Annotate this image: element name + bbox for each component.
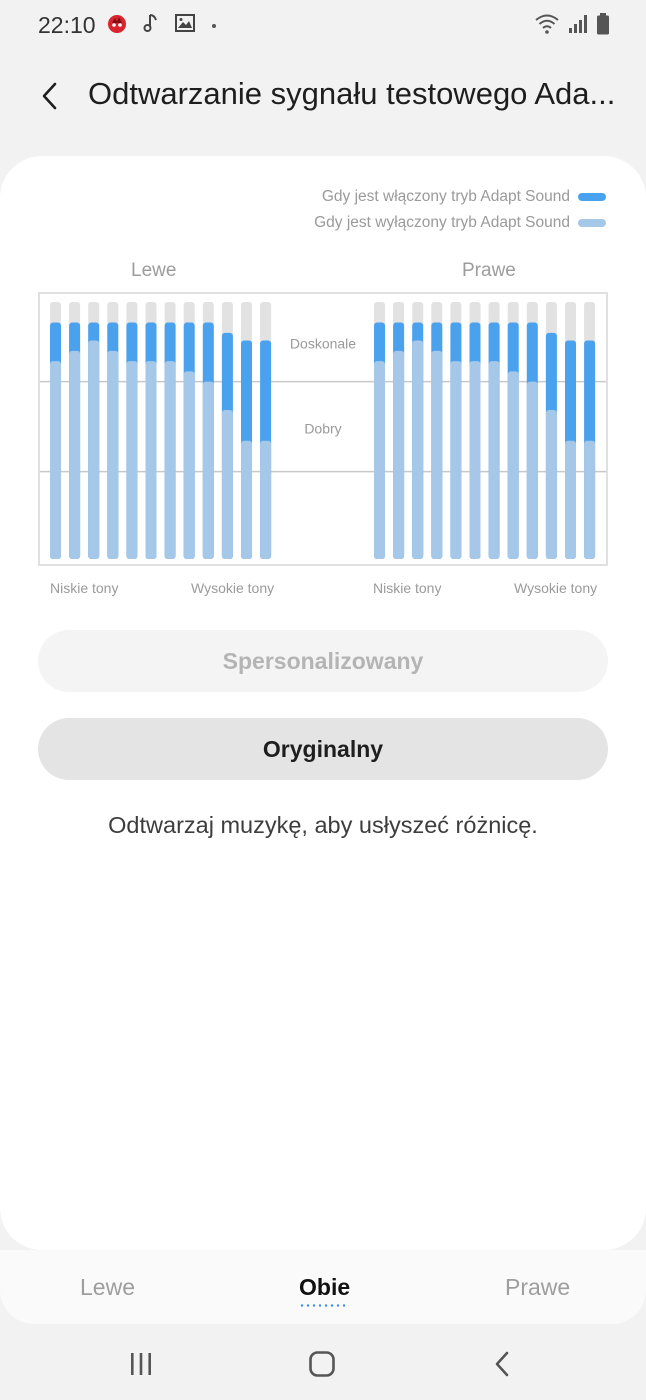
bar-adapt-off-left-11	[241, 440, 252, 559]
recents-button[interactable]	[121, 1346, 161, 1382]
bar-adapt-off-left-1	[50, 361, 61, 559]
bar-adapt-off-right-9	[526, 381, 538, 559]
bar-adapt-off-right-7	[488, 361, 500, 559]
status-bar: 22:10	[0, 0, 646, 50]
music-note-icon	[142, 12, 160, 39]
status-time: 22:10	[38, 12, 96, 38]
tab-selected-indicator	[299, 1304, 349, 1307]
recents-icon	[131, 1353, 151, 1375]
bar-adapt-off-right-5	[450, 361, 462, 559]
personalized-button[interactable]: Spersonalizowany	[38, 630, 608, 692]
back-button[interactable]	[30, 76, 70, 116]
legend-swatch-off	[578, 219, 606, 227]
bar-adapt-off-right-4	[431, 350, 443, 559]
bar-adapt-off-left-9	[202, 381, 214, 559]
bar-adapt-off-right-6	[469, 361, 481, 559]
page-title: Odtwarzanie sygnału testowego Ada...	[88, 76, 616, 111]
chart-right-label: Prawe	[462, 260, 516, 281]
bar-adapt-off-left-12	[260, 440, 272, 559]
bar-adapt-off-left-8	[183, 371, 195, 559]
tab-left[interactable]: Lewe	[80, 1274, 135, 1301]
left-low-tones-label: Niskie tony	[50, 580, 119, 596]
dot-icon	[210, 17, 218, 35]
ear-tab-bar: Lewe Obie Prawe	[0, 1250, 646, 1324]
left-high-tones-label: Wysokie tony	[191, 580, 275, 596]
bar-adapt-off-right-2	[393, 350, 405, 559]
bar-adapt-off-right-3	[412, 340, 424, 559]
band-label-good: Dobry	[304, 421, 341, 437]
antutu-icon	[106, 12, 128, 39]
status-icons-right	[534, 13, 610, 40]
bar-adapt-off-right-10	[545, 409, 557, 559]
nav-back-button[interactable]	[483, 1346, 523, 1382]
legend-swatch-on	[578, 193, 606, 201]
right-low-tones-label: Niskie tony	[373, 580, 442, 596]
bar-adapt-off-right-12	[584, 440, 596, 559]
system-nav-bar	[0, 1324, 646, 1400]
right-high-tones-label: Wysokie tony	[514, 580, 598, 596]
tab-both[interactable]: Obie	[299, 1274, 350, 1301]
bar-adapt-off-right-8	[507, 371, 519, 559]
tab-right[interactable]: Prawe	[505, 1274, 570, 1301]
main-card: Gdy jest włączony tryb Adapt Sound Gdy j…	[0, 156, 646, 1250]
back-icon	[495, 1351, 509, 1377]
legend-label-off: Gdy jest wyłączony tryb Adapt Sound	[314, 214, 570, 231]
hearing-chart: Doskonale Dobry	[38, 292, 608, 566]
hint-text: Odtwarzaj muzykę, aby usłyszeć różnicę.	[108, 812, 538, 838]
band-label-excellent: Doskonale	[290, 336, 356, 352]
bar-adapt-off-left-10	[221, 409, 233, 559]
hearing-chart-svg: Doskonale Dobry	[40, 302, 606, 559]
wifi-icon	[534, 13, 560, 40]
battery-icon	[596, 13, 610, 40]
bar-adapt-off-left-6	[145, 361, 157, 559]
bar-adapt-off-left-2	[69, 350, 81, 559]
bar-adapt-off-right-1	[374, 361, 385, 559]
signal-icon	[568, 14, 588, 39]
image-icon	[174, 13, 196, 38]
legend-label-on: Gdy jest włączony tryb Adapt Sound	[321, 188, 570, 205]
status-icons-left	[106, 12, 218, 39]
bar-adapt-off-left-4	[107, 350, 119, 559]
bar-adapt-off-left-5	[126, 361, 138, 559]
bar-adapt-off-left-3	[88, 340, 100, 559]
home-icon	[309, 1351, 335, 1377]
chart-left-label: Lewe	[131, 260, 177, 281]
bar-adapt-off-right-11	[565, 440, 576, 559]
header: Odtwarzanie sygnału testowego Ada...	[0, 60, 646, 130]
chevron-left-icon	[42, 82, 57, 110]
legend-row-on: Gdy jest włączony tryb Adapt Sound	[314, 184, 606, 210]
home-button[interactable]	[302, 1346, 342, 1382]
legend-row-off: Gdy jest wyłączony tryb Adapt Sound	[314, 210, 606, 236]
bar-adapt-off-left-7	[164, 361, 176, 559]
original-button[interactable]: Oryginalny	[38, 718, 608, 780]
legend: Gdy jest włączony tryb Adapt Sound Gdy j…	[314, 184, 606, 236]
